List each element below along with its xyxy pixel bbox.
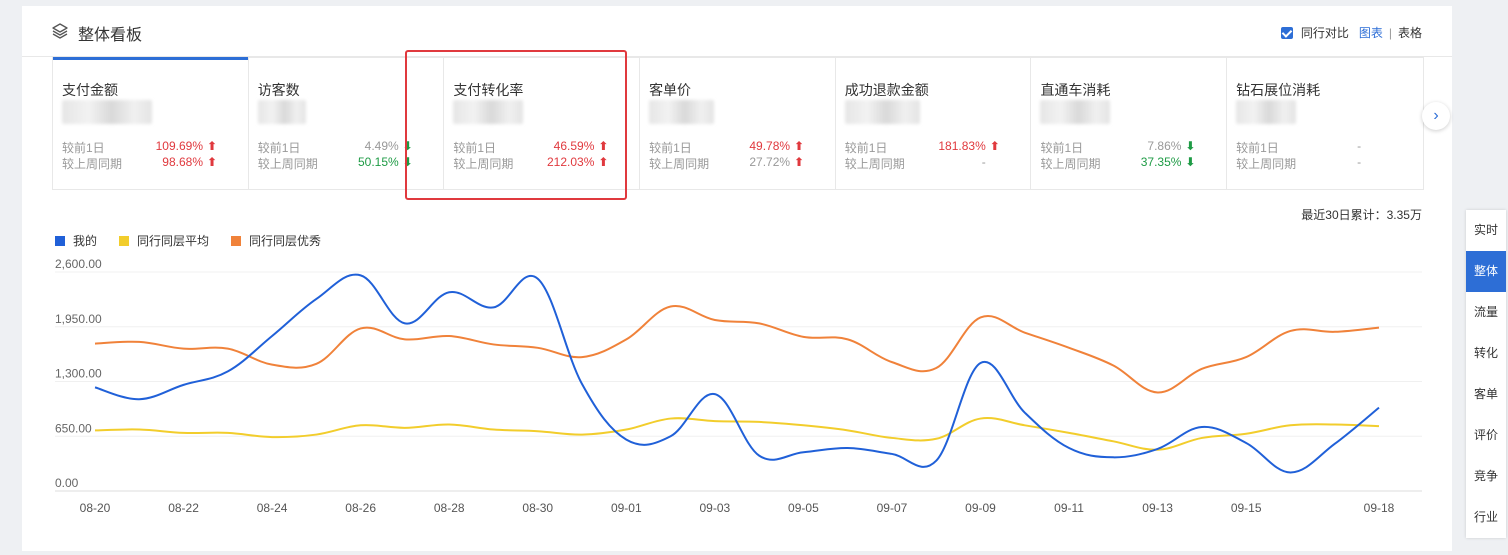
y-tick-label: 2,600.00 bbox=[55, 257, 102, 271]
x-tick-label: 09-07 bbox=[877, 501, 908, 515]
side-tab[interactable]: 实时 bbox=[1466, 210, 1506, 251]
x-tick-label: 08-30 bbox=[522, 501, 553, 515]
overview-panel: 整体看板 同行对比 图表 | 表格 支付金额 较前1日 109.69% ⬆ 较上… bbox=[22, 6, 1452, 551]
side-tab[interactable]: 评价 bbox=[1466, 415, 1506, 456]
x-tick-label: 09-15 bbox=[1231, 501, 1262, 515]
x-tick-label: 08-22 bbox=[168, 501, 199, 515]
side-tab[interactable]: 整体 bbox=[1466, 251, 1506, 292]
side-tab[interactable]: 客单 bbox=[1466, 374, 1506, 415]
x-tick-label: 09-03 bbox=[700, 501, 731, 515]
y-tick-label: 650.00 bbox=[55, 421, 92, 435]
side-nav: 实时 整体 流量 转化 客单 评价 竞争 行业 bbox=[1466, 210, 1506, 538]
side-tab[interactable]: 竞争 bbox=[1466, 456, 1506, 497]
side-tab[interactable]: 行业 bbox=[1466, 497, 1506, 538]
x-tick-label: 08-24 bbox=[257, 501, 288, 515]
line-chart: 2,600.00 1,950.00 1,300.00 650.00 0.0008-20 0… bbox=[55, 257, 1422, 515]
series-line-excellent bbox=[94, 304, 1380, 394]
x-tick-label: 09-01 bbox=[611, 501, 642, 515]
x-tick-label: 08-26 bbox=[345, 501, 376, 515]
x-tick-label: 09-11 bbox=[1054, 501, 1084, 515]
y-tick-label: 1,950.00 bbox=[55, 312, 102, 326]
x-tick-label: 09-18 bbox=[1364, 501, 1395, 515]
x-tick-label: 08-20 bbox=[80, 501, 111, 515]
x-tick-label: 09-13 bbox=[1142, 501, 1173, 515]
side-tab[interactable]: 流量 bbox=[1466, 292, 1506, 333]
x-tick-label: 08-28 bbox=[434, 501, 465, 515]
y-tick-label: 0.00 bbox=[55, 476, 79, 490]
y-tick-label: 1,300.00 bbox=[55, 367, 102, 381]
side-tab[interactable]: 转化 bbox=[1466, 333, 1506, 374]
x-tick-label: 09-05 bbox=[788, 501, 819, 515]
x-tick-label: 09-09 bbox=[965, 501, 996, 515]
